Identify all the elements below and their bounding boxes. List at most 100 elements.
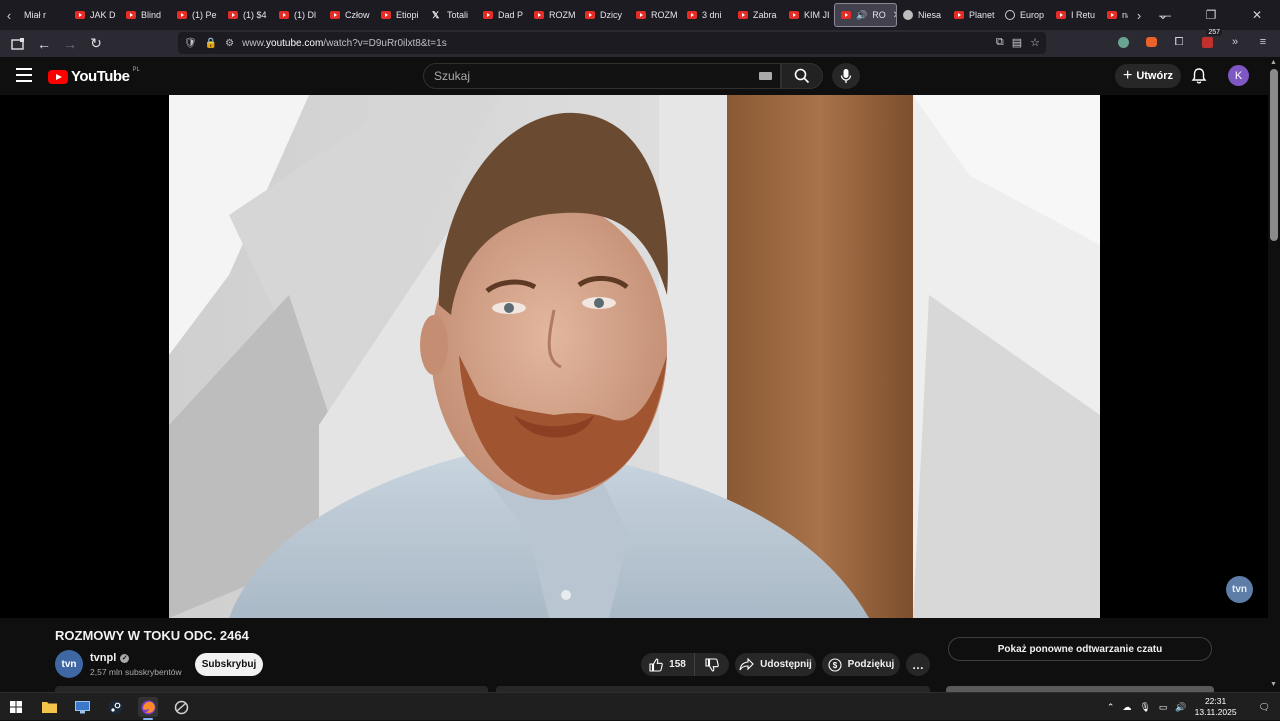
file-explorer-icon[interactable] bbox=[39, 697, 59, 717]
lock-icon[interactable]: 🔒 bbox=[205, 38, 217, 49]
scroll-down-icon[interactable]: ▼ bbox=[1270, 681, 1277, 688]
create-label: Utwórz bbox=[1136, 70, 1173, 82]
browser-tab[interactable]: (1) Pe bbox=[171, 3, 222, 27]
like-button[interactable]: 158 bbox=[641, 653, 695, 676]
browser-tab[interactable]: I Retu bbox=[1050, 3, 1101, 27]
account-avatar[interactable]: K bbox=[1228, 65, 1249, 86]
browser-tab[interactable]: KIM JI bbox=[783, 3, 834, 27]
fox-extension-icon[interactable] bbox=[1142, 33, 1160, 51]
reload-icon[interactable]: ↻ bbox=[84, 32, 108, 56]
notification-center-icon[interactable]: 🗨 bbox=[1259, 702, 1270, 713]
reader-view-icon[interactable]: ▤ bbox=[1012, 36, 1022, 49]
channel-watermark[interactable]: tvn bbox=[1226, 576, 1253, 603]
url-prefix: www. bbox=[242, 37, 267, 49]
x-favicon-icon: 𝕏 bbox=[432, 10, 440, 20]
minimize-icon[interactable]: — bbox=[1142, 0, 1188, 30]
page-scrollbar[interactable]: ▲ ▼ bbox=[1268, 57, 1280, 700]
channel-name-link[interactable]: tvnpl ✓ bbox=[90, 652, 130, 664]
browser-tab[interactable]: Dad P bbox=[477, 3, 528, 27]
adblock-extension-icon[interactable]: 257 bbox=[1198, 29, 1222, 51]
tab-label: ROZM bbox=[549, 10, 576, 20]
notifications-bell-icon[interactable] bbox=[1190, 67, 1208, 85]
tab-active[interactable]: 🔊RO✕ bbox=[834, 3, 897, 27]
browser-tab[interactable]: Blind bbox=[120, 3, 171, 27]
thanks-button[interactable]: $ Podziękuj bbox=[822, 653, 900, 676]
search-input[interactable]: Szukaj bbox=[423, 63, 781, 89]
guide-menu-icon[interactable] bbox=[16, 68, 32, 82]
channel-avatar[interactable]: tvn bbox=[55, 650, 83, 678]
address-bar[interactable]: 🛡 🔒 ⚙ www.youtube.com/watch?v=D9uRr0ilxt… bbox=[178, 32, 1046, 54]
show-chat-replay-button[interactable]: Pokaż ponowne odtwarzanie czatu bbox=[948, 637, 1212, 661]
show-hidden-icons-icon[interactable]: ⌃ bbox=[1107, 702, 1115, 713]
bookmark-star-icon[interactable]: ☆ bbox=[1030, 36, 1040, 49]
browser-navigation-bar: ← → ↻ 🛡 🔒 ⚙ www.youtube.com/watch?v=D9uR… bbox=[0, 29, 1280, 57]
overflow-menu-icon[interactable]: » bbox=[1226, 33, 1244, 51]
permissions-icon[interactable]: ⚙ bbox=[225, 38, 234, 49]
video-frame-image bbox=[169, 95, 1100, 618]
app-menu-icon[interactable]: ≡ bbox=[1254, 33, 1272, 51]
restore-icon[interactable]: ❐ bbox=[1188, 0, 1234, 30]
browser-tab[interactable]: Niesa bbox=[897, 3, 948, 27]
window-controls: — ❐ ✕ bbox=[1142, 0, 1280, 30]
video-frame[interactable] bbox=[169, 95, 1100, 618]
search-button[interactable] bbox=[781, 63, 823, 89]
browser-tab[interactable]: (1) $4 bbox=[222, 3, 273, 27]
taskbar-clock[interactable]: 22:31 13.11.2025 bbox=[1195, 696, 1237, 718]
browser-tab[interactable]: 𝕏 Totali bbox=[426, 3, 477, 27]
browser-tab[interactable]: Zabra bbox=[732, 3, 783, 27]
youtube-favicon-icon bbox=[483, 11, 493, 19]
picture-in-picture-icon[interactable]: ⧉ bbox=[996, 36, 1004, 49]
voice-search-button[interactable] bbox=[832, 63, 860, 89]
browser-tab[interactable]: 3 dni bbox=[681, 3, 732, 27]
forward-icon[interactable]: → bbox=[58, 32, 82, 56]
extensions-puzzle-icon[interactable]: ⧠ bbox=[1170, 33, 1188, 51]
browser-tab[interactable]: Etiopi bbox=[375, 3, 426, 27]
youtube-favicon-icon bbox=[177, 11, 187, 19]
microphone-tray-icon[interactable]: 🎙 bbox=[1139, 702, 1150, 713]
share-button[interactable]: Udostępnij bbox=[735, 653, 816, 676]
youtube-favicon-icon bbox=[636, 11, 646, 19]
browser-tab[interactable]: nasz bbox=[1101, 3, 1128, 27]
browser-tab[interactable]: Europ bbox=[999, 3, 1050, 27]
back-icon[interactable]: ← bbox=[32, 32, 56, 56]
volume-icon[interactable]: 🔊 bbox=[1175, 702, 1186, 713]
browser-tab[interactable]: Miał r bbox=[18, 3, 69, 27]
network-icon[interactable]: ▭ bbox=[1159, 702, 1168, 713]
windows-start-icon[interactable] bbox=[6, 697, 26, 717]
browser-tab[interactable]: ROZM bbox=[630, 3, 681, 27]
tab-label: Dad P bbox=[498, 10, 524, 20]
scroll-up-icon[interactable]: ▲ bbox=[1270, 59, 1277, 66]
channel-name: tvnpl bbox=[90, 652, 117, 664]
url-domain: youtube.com bbox=[266, 37, 324, 49]
vpn-extension-icon[interactable] bbox=[1114, 33, 1132, 51]
browser-tab[interactable]: Człow bbox=[324, 3, 375, 27]
sidebar-toggle-icon[interactable] bbox=[6, 32, 30, 56]
create-button[interactable]: + Utwórz bbox=[1115, 64, 1181, 88]
browser-tab[interactable]: Dzicy bbox=[579, 3, 630, 27]
tab-audio-playing-icon[interactable]: 🔊 bbox=[856, 10, 867, 21]
more-actions-button[interactable]: … bbox=[906, 653, 930, 676]
youtube-logo[interactable]: YouTube PL bbox=[48, 67, 140, 85]
firefox-icon[interactable] bbox=[138, 697, 158, 720]
scroll-thumb[interactable] bbox=[1270, 69, 1278, 241]
video-player[interactable]: tvn bbox=[0, 95, 1268, 618]
browser-tab[interactable]: (1) Dl bbox=[273, 3, 324, 27]
browser-tab[interactable]: Planet bbox=[948, 3, 999, 27]
close-window-icon[interactable]: ✕ bbox=[1234, 0, 1280, 30]
monitor-app-icon[interactable] bbox=[72, 697, 92, 717]
youtube-play-logo-icon bbox=[48, 69, 68, 84]
youtube-favicon-icon bbox=[126, 11, 136, 19]
browser-tab[interactable]: JAK D bbox=[69, 3, 120, 27]
tracker-app-icon[interactable] bbox=[171, 697, 191, 717]
onedrive-cloud-icon[interactable]: ☁ bbox=[1122, 702, 1131, 713]
tabs-scroll-left-icon[interactable]: ‹ bbox=[0, 0, 18, 30]
dislike-button[interactable] bbox=[695, 653, 729, 676]
steam-icon[interactable] bbox=[105, 697, 125, 717]
youtube-favicon-icon bbox=[228, 11, 238, 19]
tracking-protection-icon[interactable]: 🛡 bbox=[184, 38, 197, 49]
search-placeholder: Szukaj bbox=[434, 69, 471, 83]
keyboard-icon[interactable] bbox=[759, 72, 772, 80]
browser-tab[interactable]: ROZM bbox=[528, 3, 579, 27]
like-dislike-group: 158 bbox=[641, 653, 729, 676]
subscribe-button[interactable]: Subskrybuj bbox=[195, 653, 263, 676]
